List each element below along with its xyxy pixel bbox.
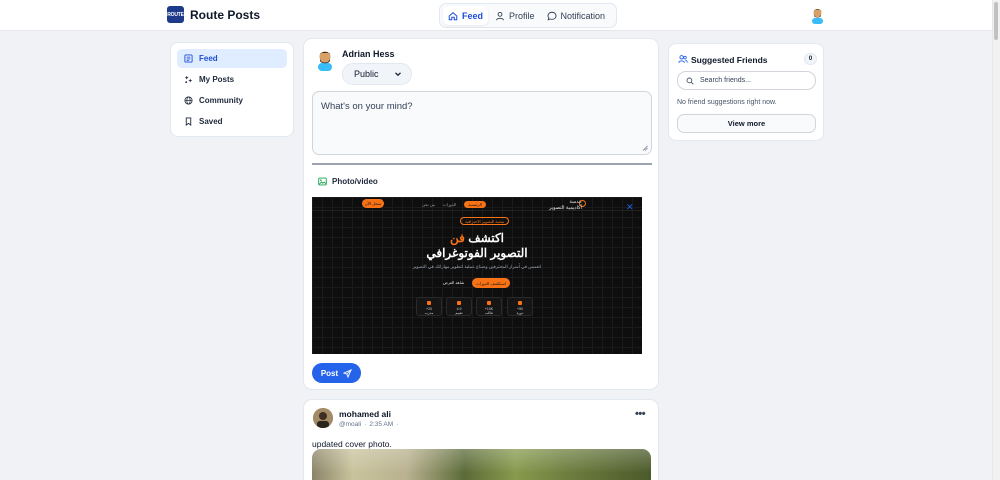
preview-stat: +10K طالب xyxy=(476,297,502,316)
globe-icon xyxy=(184,96,193,105)
preview-primary-button: استكشف الدورات xyxy=(472,278,510,288)
resize-grip-icon[interactable] xyxy=(642,145,648,151)
suggested-friends-count: 0 xyxy=(804,53,817,65)
post-cover-image-overlay xyxy=(312,449,651,480)
sparkle-icon xyxy=(184,75,193,84)
tab-notification-label: Notification xyxy=(560,10,606,21)
composer-avatar-icon xyxy=(318,51,332,71)
meta-separator: · xyxy=(364,421,367,428)
privacy-select-value: Public xyxy=(354,69,379,79)
preview-stat: 4.9 تقييم xyxy=(446,297,472,316)
preview-nav: من نحن الدورات الرئيسية xyxy=(422,201,486,208)
preview-stat: +20 مدرب xyxy=(416,297,442,316)
users-icon xyxy=(678,55,688,63)
preview-stat-icon xyxy=(457,301,461,305)
view-more-button[interactable]: View more xyxy=(677,114,816,133)
search-friends-input[interactable]: Search friends... xyxy=(677,71,816,90)
preview-headline-accent: فن xyxy=(449,231,465,245)
preview-brand: عدسة أكاديمية التصوير xyxy=(549,199,582,211)
preview-headline-pre: اكتشف xyxy=(464,231,504,245)
post-button-label: Post xyxy=(320,368,339,378)
preview-stat: +50 دورة xyxy=(507,297,533,316)
post-author-name[interactable]: mohamed ali xyxy=(339,409,391,419)
search-icon xyxy=(686,77,694,85)
attached-image-preview: عدسة أكاديمية التصوير من نحن الدورات الرئ… xyxy=(312,197,642,354)
sidebar-item-saved-label: Saved xyxy=(199,117,223,126)
preview-subtitle: انغمس في أسرار المحترفين وصناع عملية لتط… xyxy=(412,264,542,269)
more-options-icon[interactable]: ••• xyxy=(635,409,646,420)
feed-post: mohamed ali @moali · 2:35 AM · ••• updat… xyxy=(303,399,659,480)
send-icon xyxy=(343,368,353,378)
preview-badge: منصة التصوير الاحترافية xyxy=(460,217,510,225)
tab-profile[interactable]: Profile xyxy=(490,6,540,25)
suggested-friends-title: Suggested Friends xyxy=(691,55,768,65)
preview-stat-label: طالب xyxy=(484,311,494,315)
preview-headline-line2: التصوير الفوتوغرافي xyxy=(426,246,528,260)
preview-stat-label: دورة xyxy=(516,311,524,315)
route-logo[interactable]: ROUTE xyxy=(167,6,184,23)
photo-video-button[interactable]: Photo/video xyxy=(318,177,378,186)
user-icon xyxy=(496,11,504,20)
post-author-handle: @moali xyxy=(339,421,362,428)
sidebar-item-my-posts[interactable]: My Posts xyxy=(177,70,287,89)
sidebar-item-community[interactable]: Community xyxy=(177,91,287,110)
audience-icon: · xyxy=(396,421,399,428)
suggested-friends-panel: Suggested Friends 0 Search friends... No… xyxy=(668,43,824,141)
post-cover-image[interactable] xyxy=(312,449,651,480)
preview-nav-item: من نحن xyxy=(422,202,436,207)
tab-feed-label: Feed xyxy=(462,10,484,21)
preview-secondary-button: شاهد العرض xyxy=(443,280,465,285)
preview-stat-icon xyxy=(427,301,431,305)
top-bar: ROUTE Route Posts Feed Profile Notificat… xyxy=(0,0,1000,31)
sidebar-item-my-posts-label: My Posts xyxy=(199,75,235,84)
post-composer: Adrian Hess Public What's on your mind? … xyxy=(303,38,659,390)
post-meta: @moali · 2:35 AM · xyxy=(339,421,398,428)
post-button[interactable]: Post xyxy=(312,363,361,383)
composer-divider xyxy=(312,163,652,165)
sidebar-item-feed[interactable]: Feed xyxy=(177,49,287,68)
home-icon xyxy=(448,11,458,20)
post-time: 2:35 AM xyxy=(369,421,394,428)
remove-image-icon[interactable]: ✕ xyxy=(626,203,634,212)
left-sidebar: Feed My Posts Community Saved xyxy=(170,42,294,137)
bookmark-icon xyxy=(185,117,192,126)
preview-headline: اكتشف فن xyxy=(312,231,642,245)
avatar-photo-icon xyxy=(313,408,333,428)
user-avatar-icon[interactable] xyxy=(809,6,826,24)
preview-nav-item: الدورات xyxy=(443,202,457,207)
feed-icon xyxy=(184,54,193,63)
scrollbar-track[interactable] xyxy=(992,0,1000,480)
tab-profile-label: Profile xyxy=(509,10,535,21)
composer-user-name: Adrian Hess xyxy=(342,49,395,59)
tab-notification[interactable]: Notification xyxy=(542,6,611,25)
post-author-avatar[interactable] xyxy=(313,408,333,428)
sidebar-item-feed-label: Feed xyxy=(199,54,218,63)
chat-bubble-icon xyxy=(547,11,556,21)
sidebar-item-community-label: Community xyxy=(199,96,243,105)
scrollbar-thumb[interactable] xyxy=(994,2,998,40)
top-navigation: Feed Profile Notification xyxy=(439,3,617,28)
post-text-input[interactable]: What's on your mind? xyxy=(312,91,652,155)
tab-feed[interactable]: Feed xyxy=(443,6,489,25)
privacy-select[interactable]: Public xyxy=(342,63,412,85)
preview-nav-item: الرئيسية xyxy=(464,201,486,208)
preview-stat-icon xyxy=(487,301,491,305)
no-suggestions-text: No friend suggestions right now. xyxy=(677,99,777,106)
brand-title[interactable]: Route Posts xyxy=(190,8,260,22)
chevron-down-icon xyxy=(395,72,401,77)
preview-brand-line2: أكاديمية التصوير xyxy=(549,204,582,211)
sidebar-item-saved[interactable]: Saved xyxy=(177,112,287,131)
preview-stat-label: مدرب xyxy=(424,311,434,315)
preview-cta: سجل الآن xyxy=(362,199,384,208)
photo-video-label: Photo/video xyxy=(332,177,378,186)
image-icon xyxy=(318,177,327,186)
post-text: updated cover photo. xyxy=(312,439,392,449)
preview-stat-label: تقييم xyxy=(455,311,463,315)
preview-stat-icon xyxy=(518,301,522,305)
post-text-value: What's on your mind? xyxy=(321,101,413,112)
search-friends-placeholder: Search friends... xyxy=(700,77,751,84)
